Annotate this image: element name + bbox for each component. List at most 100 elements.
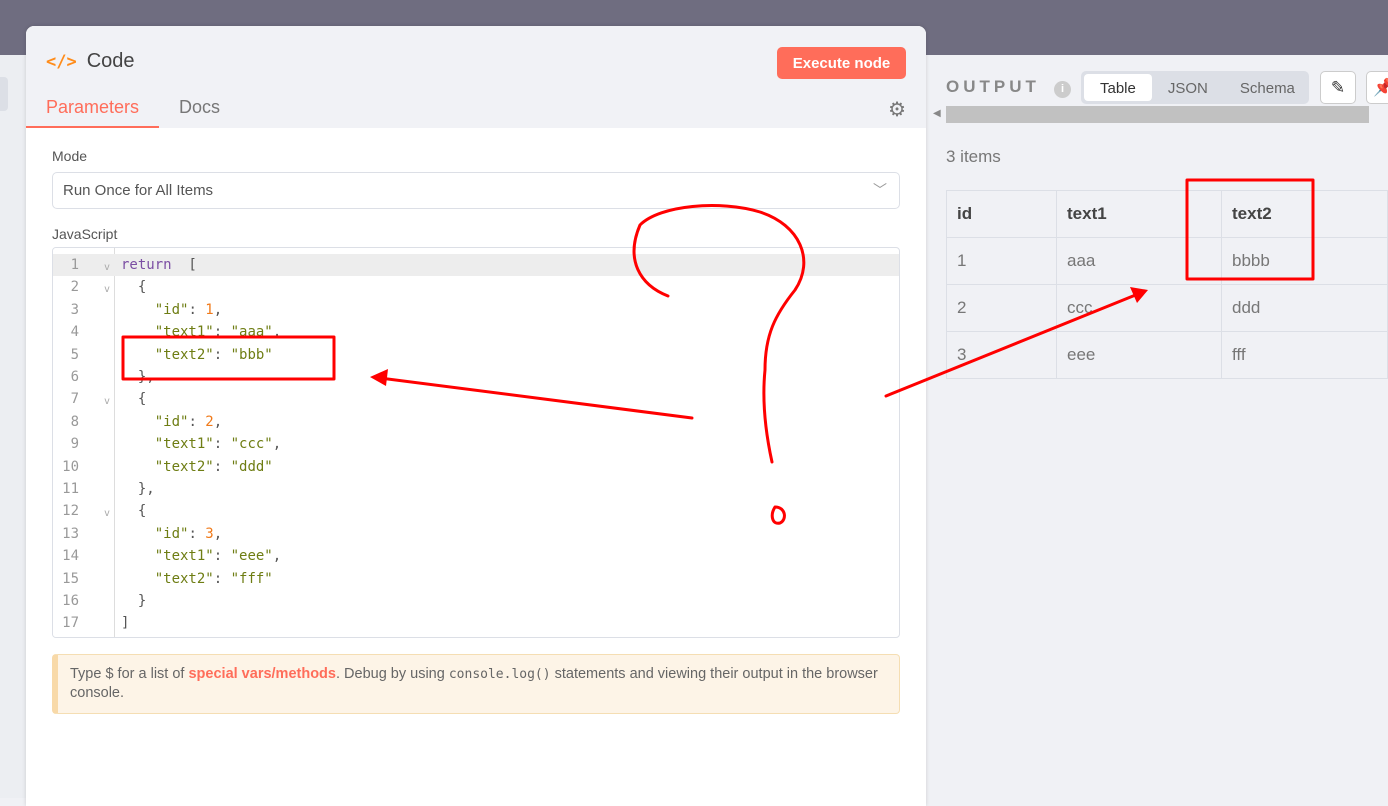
- code-token: },: [121, 369, 155, 385]
- code-token: {: [121, 391, 147, 408]
- table-cell: bbbb: [1221, 237, 1388, 285]
- scroll-left-icon[interactable]: ◀: [933, 108, 941, 119]
- code-editor[interactable]: 1 v return [2 v {3 "id": 1, 4 "text1": "aaa"…: [52, 247, 900, 638]
- code-text: "text1": "eee",: [121, 545, 281, 567]
- code-token: "text1": [154, 324, 214, 341]
- code-token: ,: [213, 301, 223, 318]
- view-schema[interactable]: Schema: [1224, 74, 1311, 101]
- code-line[interactable]: 2v {: [53, 276, 899, 298]
- pencil-icon: ✎: [1330, 78, 1346, 97]
- code-token: ,: [272, 324, 282, 341]
- code-text: }: [121, 590, 146, 612]
- code-text: "text2": "fff": [121, 568, 273, 590]
- code-token: "text2": [154, 458, 214, 475]
- code-icon: </>: [46, 51, 77, 72]
- gear-icon[interactable]: ⚙: [888, 97, 906, 122]
- node-title: </> Code: [46, 50, 135, 73]
- javascript-label: JavaScript: [52, 226, 118, 242]
- code-line[interactable]: 15 "text2": "fff": [53, 568, 899, 590]
- mode-label: Mode: [52, 148, 88, 164]
- code-line[interactable]: 17]: [53, 612, 899, 634]
- code-token: "id": [154, 413, 189, 430]
- item-count: 3 items: [946, 147, 1001, 166]
- line-number: 3: [70, 301, 79, 318]
- hint-code: console.log(): [448, 667, 551, 682]
- code-token: "id": [154, 525, 189, 542]
- code-line[interactable]: 9 "text1": "ccc",: [53, 433, 899, 455]
- node-title-text: Code: [86, 50, 135, 72]
- table-cell: fff: [1221, 331, 1388, 379]
- line-number: 11: [62, 481, 79, 497]
- code-token: "bbb": [230, 346, 273, 363]
- code-token: "id": [154, 301, 189, 318]
- line-number: 4: [70, 324, 79, 341]
- code-line[interactable]: 10 "text2": "ddd": [53, 456, 899, 478]
- line-number: 17: [62, 615, 79, 632]
- code-line[interactable]: 16 }: [53, 590, 899, 612]
- code-line[interactable]: 8 "id": 2,: [53, 411, 899, 433]
- line-number: 9: [70, 436, 79, 453]
- line-number: 14: [62, 548, 79, 565]
- table-cell: 2: [946, 284, 1057, 332]
- code-line[interactable]: 12 v {: [53, 500, 899, 522]
- code-line[interactable]: 5 "text2": "bbb": [53, 344, 899, 366]
- code-token: {: [121, 503, 147, 520]
- code-line[interactable]: 13 "id": 3,: [53, 523, 899, 545]
- table-row: 1 aaa bbbb: [946, 237, 1388, 285]
- code-line[interactable]: 1 v return [: [53, 254, 899, 277]
- code-token: ,: [272, 436, 282, 453]
- code-token: :: [213, 570, 231, 587]
- line-number: 10: [62, 458, 79, 475]
- code-text: {: [121, 388, 146, 410]
- tab-parameters[interactable]: Parameters: [26, 94, 160, 128]
- code-token: }: [121, 593, 147, 609]
- table-cell: ddd: [1221, 284, 1388, 332]
- code-line[interactable]: 14 "text1": "eee",: [53, 545, 899, 567]
- code-token: 3: [205, 525, 214, 542]
- code-text: "text2": "ddd": [121, 456, 273, 478]
- column-header: id: [946, 190, 1057, 238]
- code-text: return [: [121, 254, 197, 276]
- table-cell: aaa: [1056, 237, 1222, 285]
- info-icon[interactable]: i: [1054, 81, 1071, 98]
- line-number: 13: [62, 525, 79, 542]
- line-number: 6: [70, 369, 79, 385]
- line-number: 15: [62, 570, 79, 587]
- mode-select[interactable]: Run Once for All Items ﹀: [52, 172, 900, 209]
- code-token: },: [121, 481, 155, 497]
- hint-text: Type $ for a list of: [70, 666, 189, 682]
- code-line[interactable]: 4 "text1": "aaa",: [53, 321, 899, 343]
- horizontal-scrollbar[interactable]: [946, 106, 1369, 123]
- pin-icon: 📌: [1373, 78, 1388, 97]
- code-line[interactable]: 11 },: [53, 478, 899, 500]
- code-text: ]: [121, 612, 129, 634]
- table-cell: eee: [1056, 331, 1222, 379]
- code-token: 1: [205, 301, 214, 318]
- column-header: text2: [1221, 190, 1388, 238]
- code-line[interactable]: 7v {: [53, 388, 899, 410]
- code-text: "id": 2,: [121, 411, 222, 433]
- execute-node-button[interactable]: Execute node: [777, 47, 906, 79]
- edit-button[interactable]: ✎: [1320, 71, 1356, 104]
- side-tab[interactable]: [0, 77, 8, 111]
- canvas-background: [0, 55, 26, 798]
- pin-button[interactable]: 📌: [1366, 71, 1388, 104]
- code-token: "ccc": [230, 436, 273, 453]
- view-table[interactable]: Table: [1084, 74, 1152, 101]
- column-header: text1: [1056, 190, 1222, 238]
- code-token: "text1": [154, 436, 214, 453]
- code-token: ,: [272, 548, 282, 565]
- code-token: "fff": [230, 570, 273, 587]
- table-cell: ccc: [1056, 284, 1222, 332]
- code-line[interactable]: 6 },: [53, 366, 899, 388]
- view-json[interactable]: JSON: [1152, 74, 1224, 101]
- code-token: "text2": [154, 346, 214, 363]
- code-line[interactable]: 3 "id": 1,: [53, 299, 899, 321]
- line-number: 1: [70, 257, 79, 273]
- code-token: :: [213, 346, 231, 363]
- special-vars-link[interactable]: special vars/methods: [188, 666, 336, 682]
- tab-docs[interactable]: Docs: [159, 94, 240, 128]
- mode-value: Run Once for All Items: [63, 182, 214, 199]
